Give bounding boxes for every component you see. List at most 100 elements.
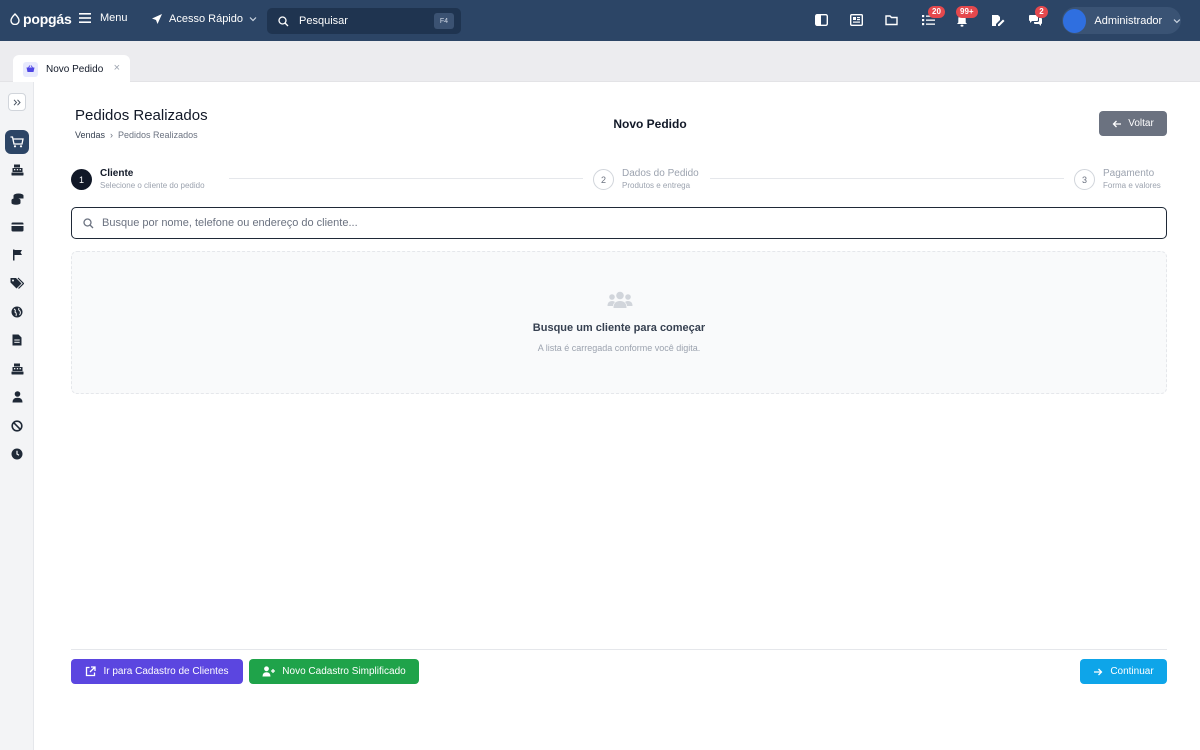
cart-icon: [10, 136, 24, 148]
step-dados-pedido[interactable]: 2 Dados do Pedido Produtos e entrega: [593, 168, 699, 190]
tab-label: Novo Pedido: [46, 63, 104, 75]
sidebar-item-clock[interactable]: [5, 442, 29, 466]
step-number: 1: [71, 169, 92, 190]
step-subtitle: Produtos e entrega: [622, 181, 691, 190]
step-subtitle: Forma e valores: [1103, 181, 1161, 190]
sidebar-item-user[interactable]: [5, 385, 29, 409]
ban-icon: [11, 420, 23, 432]
menu-button[interactable]: Menu: [79, 12, 128, 24]
search-icon: [83, 217, 94, 228]
basket-icon: [23, 61, 38, 77]
sidebar-item-cart[interactable]: [5, 130, 29, 154]
logo-icon: [10, 13, 20, 25]
edit-document-button[interactable]: [990, 12, 1006, 28]
breadcrumb-item-pedidos[interactable]: Pedidos Realizados: [118, 130, 198, 140]
flag-icon: [12, 249, 22, 261]
cash-register-icon: [11, 363, 23, 375]
top-navbar: popgás Menu Acesso Rápido Pesquisar F4 2…: [0, 0, 1200, 41]
sidebar: [0, 82, 34, 750]
step-title: Dados do Pedido: [622, 168, 699, 179]
sidebar-item-globe[interactable]: [5, 300, 29, 324]
user-name: Administrador: [1094, 14, 1163, 27]
tasks-button[interactable]: 20: [920, 6, 945, 28]
stepper-connector: [229, 178, 583, 179]
app-logo[interactable]: popgás: [10, 11, 72, 27]
step-subtitle: Selecione o cliente do pedido: [100, 181, 205, 190]
stepper-connector: [710, 178, 1064, 179]
newspaper-button[interactable]: [848, 12, 864, 28]
hamburger-icon: [79, 13, 91, 23]
folder-icon: [885, 15, 898, 26]
newspaper-icon: [849, 14, 863, 26]
users-icon: [607, 291, 633, 308]
client-search[interactable]: [71, 207, 1167, 239]
page-title: Pedidos Realizados: [75, 107, 208, 124]
breadcrumb-item-vendas[interactable]: Vendas: [75, 130, 105, 140]
folder-button[interactable]: [884, 12, 900, 28]
step-cliente[interactable]: 1 Cliente Selecione o cliente do pedido: [71, 168, 205, 190]
user-menu-button[interactable]: Administrador: [1062, 7, 1181, 34]
sidebar-item-document[interactable]: [5, 328, 29, 352]
sidebar-item-ban[interactable]: [5, 414, 29, 438]
simple-register-button[interactable]: Novo Cadastro Simplificado: [249, 659, 419, 684]
clock-icon: [11, 448, 23, 460]
sidebar-toggle-button[interactable]: [813, 12, 829, 28]
chevron-down-icon: [1173, 18, 1181, 23]
back-button[interactable]: Voltar: [1099, 111, 1167, 136]
quick-access-button[interactable]: Acesso Rápido: [151, 13, 257, 25]
chevrons-right-icon: [13, 98, 21, 106]
empty-state: Busque um cliente para começar A lista é…: [71, 251, 1167, 394]
arrow-left-icon: [1112, 120, 1122, 127]
footer-divider: [71, 649, 1167, 650]
globe-icon: [11, 306, 23, 318]
continue-button[interactable]: Continuar: [1080, 659, 1167, 684]
step-title: Pagamento: [1103, 168, 1155, 179]
sidebar-item-flag[interactable]: [5, 243, 29, 267]
credit-card-icon: [11, 222, 23, 232]
menu-label: Menu: [100, 12, 128, 24]
user-icon: [12, 391, 22, 403]
breadcrumb: Vendas › Pedidos Realizados: [75, 130, 198, 140]
step-number: 3: [1074, 169, 1095, 190]
tasks-badge: 20: [928, 6, 945, 18]
simple-register-label: Novo Cadastro Simplificado: [282, 666, 406, 677]
chevron-down-icon: [249, 17, 257, 22]
logo-text: popgás: [23, 11, 72, 27]
client-register-button[interactable]: Ir para Cadastro de Clientes: [71, 659, 243, 684]
notifications-badge: 99+: [956, 6, 978, 18]
step-number: 2: [593, 169, 614, 190]
search-icon: [278, 15, 289, 26]
shortcut-hint: F4: [434, 13, 454, 29]
avatar: [1063, 8, 1087, 33]
notifications-button[interactable]: 99+: [954, 6, 978, 28]
sidebar-item-coins[interactable]: [5, 187, 29, 211]
sidebar-item-card[interactable]: [5, 215, 29, 239]
sidebar-item-cash-register[interactable]: [5, 158, 29, 182]
quick-access-label: Acesso Rápido: [169, 13, 243, 25]
messages-button[interactable]: 2: [1027, 6, 1048, 28]
coins-icon: [11, 193, 23, 205]
close-icon[interactable]: ×: [114, 62, 120, 74]
tab-strip: Novo Pedido ×: [0, 41, 1200, 83]
global-search[interactable]: Pesquisar F4: [267, 8, 461, 34]
user-plus-icon: [262, 666, 276, 677]
empty-state-subtitle: A lista é carregada conforme você digita…: [537, 343, 701, 353]
arrow-right-icon: [1094, 668, 1103, 675]
external-link-icon: [86, 666, 97, 677]
file-pen-icon: [992, 14, 1005, 26]
sidebar-item-cash-register-2[interactable]: [5, 357, 29, 381]
step-title: Cliente: [100, 168, 134, 179]
global-search-placeholder: Pesquisar: [299, 15, 348, 27]
step-pagamento[interactable]: 3 Pagamento Forma e valores: [1074, 168, 1161, 190]
client-search-input[interactable]: [102, 217, 1166, 229]
tags-icon: [10, 277, 24, 289]
empty-state-title: Busque um cliente para começar: [532, 322, 706, 334]
back-button-label: Voltar: [1128, 118, 1154, 129]
continue-label: Continuar: [1110, 666, 1154, 677]
form-title: Novo Pedido: [613, 117, 687, 131]
sidebar-expand-button[interactable]: [8, 93, 26, 111]
messages-badge: 2: [1035, 6, 1048, 18]
panel-icon: [814, 14, 828, 26]
tab-novo-pedido[interactable]: Novo Pedido ×: [13, 55, 130, 83]
sidebar-item-tags[interactable]: [5, 271, 29, 295]
